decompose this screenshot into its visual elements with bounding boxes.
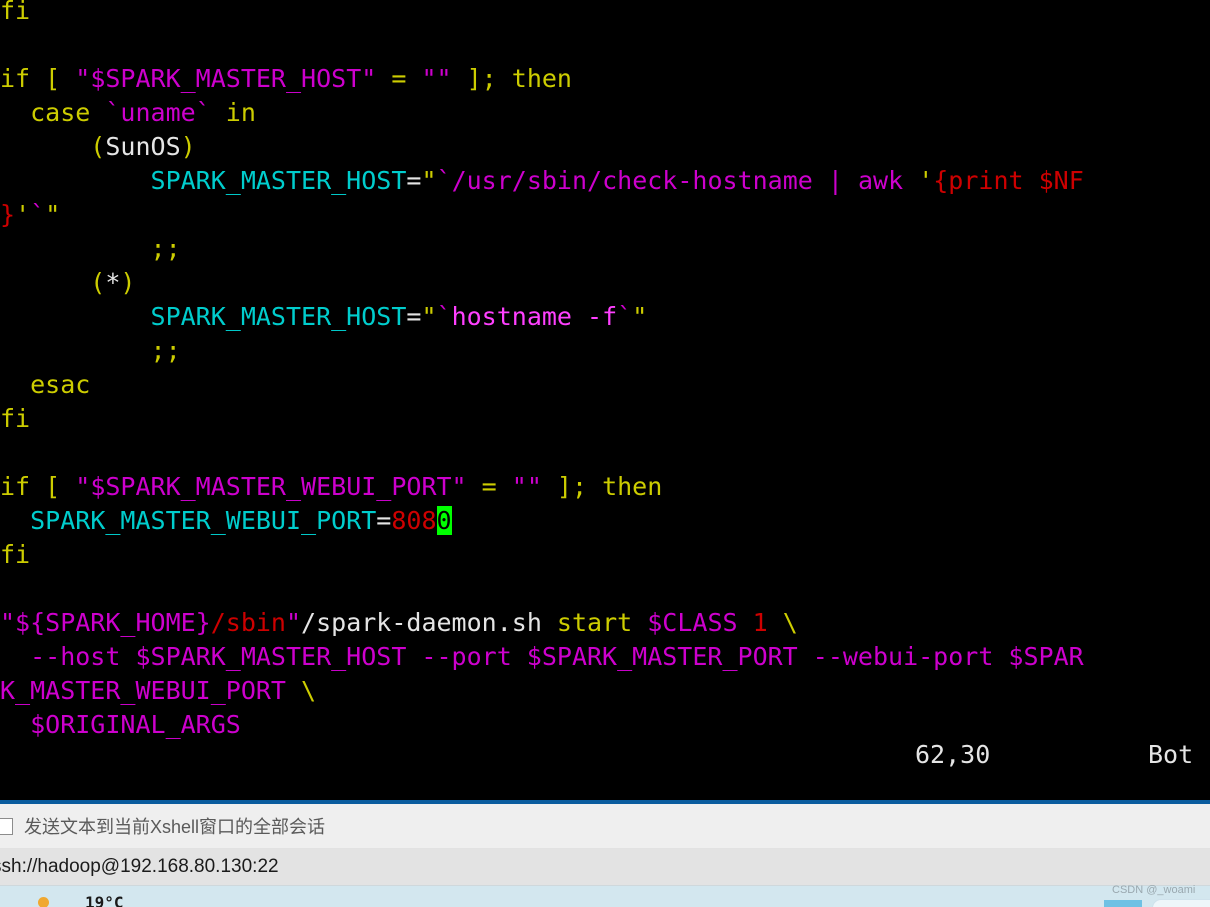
terminal-text-span: "$SPARK_MASTER_HOST" bbox=[75, 64, 377, 93]
terminal-text-span: "${SPARK_HOME} bbox=[0, 608, 211, 637]
terminal-text-span: fi bbox=[0, 0, 31, 25]
terminal-line: if [ "$SPARK_MASTER_HOST" = "" ]; then bbox=[0, 62, 572, 96]
terminal-text-span: /usr/sbin/check-hostname | bbox=[451, 166, 858, 195]
terminal-text-span: ' bbox=[918, 166, 934, 195]
terminal-text-span: SPARK_MASTER_HOST bbox=[150, 302, 407, 331]
terminal-text-span: = bbox=[406, 166, 422, 195]
terminal-text-span: ]; then bbox=[541, 472, 663, 501]
terminal-text-span: SPARK_MASTER_WEBUI_PORT bbox=[30, 506, 377, 535]
terminal-text-span: "" bbox=[511, 472, 542, 501]
terminal-screen[interactable]: fi if [ "$SPARK_MASTER_HOST" = "" ]; then… bbox=[0, 0, 1210, 800]
terminal-text-span: ` bbox=[30, 200, 46, 229]
terminal-text-span: `uname` bbox=[105, 98, 211, 127]
terminal-text-span: 1 bbox=[752, 608, 783, 637]
terminal-text-span: {print $NF bbox=[933, 166, 1084, 195]
sun-icon bbox=[38, 897, 49, 907]
taskbar-tray-tile[interactable] bbox=[1104, 900, 1142, 907]
terminal-text-span: SunOS bbox=[105, 132, 181, 161]
terminal-line: fi bbox=[0, 538, 30, 572]
terminal-text-span: $ORIGINAL_ARGS bbox=[0, 710, 241, 739]
terminal-text-span: 808 bbox=[391, 506, 437, 535]
terminal-line: SPARK_MASTER_WEBUI_PORT=8080 bbox=[0, 504, 452, 538]
terminal-text-span: " bbox=[632, 302, 648, 331]
terminal-text-span: "$SPARK_MASTER_WEBUI_PORT" bbox=[75, 472, 467, 501]
terminal-line: SPARK_MASTER_HOST="`/usr/sbin/check-host… bbox=[0, 164, 1084, 198]
terminal-text-span: if [ bbox=[0, 472, 76, 501]
terminal-line: (SunOS) bbox=[0, 130, 196, 164]
session-url-bar[interactable]: ssh://hadoop@192.168.80.130:22 bbox=[0, 849, 1210, 886]
terminal-text-span: ` bbox=[617, 302, 633, 331]
weather-temperature: 19°C bbox=[85, 893, 124, 907]
terminal-text-span: hostname -f bbox=[451, 302, 618, 331]
terminal-text-span: ` bbox=[436, 302, 452, 331]
terminal-text-span: in bbox=[210, 98, 256, 127]
terminal-text-span: ( bbox=[0, 268, 106, 297]
terminal-text-span: } bbox=[0, 200, 16, 229]
terminal-text-span: case bbox=[0, 98, 106, 127]
vim-scroll-indicator: Bot bbox=[1148, 740, 1194, 769]
terminal-text-span: \ bbox=[301, 676, 317, 705]
terminal-text-span: ( bbox=[0, 132, 106, 161]
terminal-text-span: start bbox=[556, 608, 648, 637]
terminal-text-span: ;; bbox=[0, 336, 181, 365]
terminal-line: ;; bbox=[0, 334, 181, 368]
terminal-text-span: /spark-daemon.sh bbox=[301, 608, 557, 637]
csdn-watermark: CSDN @_woami bbox=[1112, 884, 1196, 896]
terminal-text-span: \ bbox=[782, 608, 798, 637]
terminal-text-span: ;; bbox=[0, 234, 181, 263]
terminal-text-span: $CLASS bbox=[647, 608, 753, 637]
terminal-text-span bbox=[0, 506, 30, 535]
weather-widget[interactable]: 19°C bbox=[38, 893, 124, 907]
terminal-line: esac bbox=[0, 368, 90, 402]
terminal-text-span bbox=[0, 302, 151, 331]
terminal-text-span: ' bbox=[15, 200, 31, 229]
terminal-text-span: ) bbox=[180, 132, 196, 161]
terminal-text-span: = bbox=[466, 472, 512, 501]
broadcast-label: 发送文本到当前Xshell窗口的全部会话 bbox=[24, 817, 326, 837]
terminal-line: ;; bbox=[0, 232, 181, 266]
terminal-text-span: /sbin bbox=[210, 608, 286, 637]
terminal-text-span: --host $SPARK_MASTER_HOST --port $SPARK_… bbox=[0, 642, 1084, 671]
terminal-text-span: ) bbox=[120, 268, 136, 297]
windows-taskbar[interactable]: 19°C bbox=[0, 886, 1210, 907]
terminal-text-span: K_MASTER_WEBUI_PORT bbox=[0, 676, 302, 705]
terminal-text-span: = bbox=[406, 302, 422, 331]
terminal-text-span: = bbox=[376, 64, 422, 93]
taskbar-tray-pill[interactable] bbox=[1152, 899, 1210, 907]
terminal-text-span: ` bbox=[436, 166, 452, 195]
terminal-line: case `uname` in bbox=[0, 96, 256, 130]
terminal-text-span: if [ bbox=[0, 64, 76, 93]
terminal-line: SPARK_MASTER_HOST="`hostname -f`" bbox=[0, 300, 648, 334]
terminal-line: --host $SPARK_MASTER_HOST --port $SPARK_… bbox=[0, 640, 1084, 674]
terminal-text-span: esac bbox=[0, 370, 91, 399]
terminal-text-span: fi bbox=[0, 540, 31, 569]
terminal-text-span bbox=[0, 166, 151, 195]
terminal-text-span: " bbox=[285, 608, 302, 637]
terminal-line: fi bbox=[0, 0, 30, 28]
terminal-text-span: fi bbox=[0, 404, 31, 433]
terminal-text-span: = bbox=[376, 506, 392, 535]
terminal-text-span: " bbox=[45, 200, 61, 229]
terminal-line: fi bbox=[0, 402, 30, 436]
terminal-line: if [ "$SPARK_MASTER_WEBUI_PORT" = "" ]; … bbox=[0, 470, 662, 504]
terminal-line: }'`" bbox=[0, 198, 60, 232]
vim-cursor-position: 62,30 bbox=[915, 740, 991, 769]
broadcast-checkbox[interactable] bbox=[0, 817, 13, 835]
terminal-line: K_MASTER_WEBUI_PORT \ bbox=[0, 674, 316, 708]
session-url-text: ssh://hadoop@192.168.80.130:22 bbox=[0, 856, 279, 877]
vim-status-line: 62,30 Bot bbox=[0, 738, 1210, 772]
terminal-line: "${SPARK_HOME}/sbin"/spark-daemon.sh sta… bbox=[0, 606, 798, 640]
terminal-text-span: SPARK_MASTER_HOST bbox=[150, 166, 407, 195]
terminal-text-span: * bbox=[105, 268, 121, 297]
terminal-text-span: "" bbox=[421, 64, 452, 93]
terminal-text-span: ]; then bbox=[451, 64, 572, 93]
terminal-line: $ORIGINAL_ARGS bbox=[0, 708, 241, 742]
broadcast-bar[interactable]: 发送文本到当前Xshell窗口的全部会话 bbox=[0, 804, 1210, 849]
terminal-line: (*) bbox=[0, 266, 135, 300]
terminal-text-span: " bbox=[421, 166, 437, 195]
terminal-cursor: 0 bbox=[436, 506, 452, 535]
terminal-text-span: awk bbox=[857, 166, 919, 195]
terminal-text-span: " bbox=[421, 302, 437, 331]
